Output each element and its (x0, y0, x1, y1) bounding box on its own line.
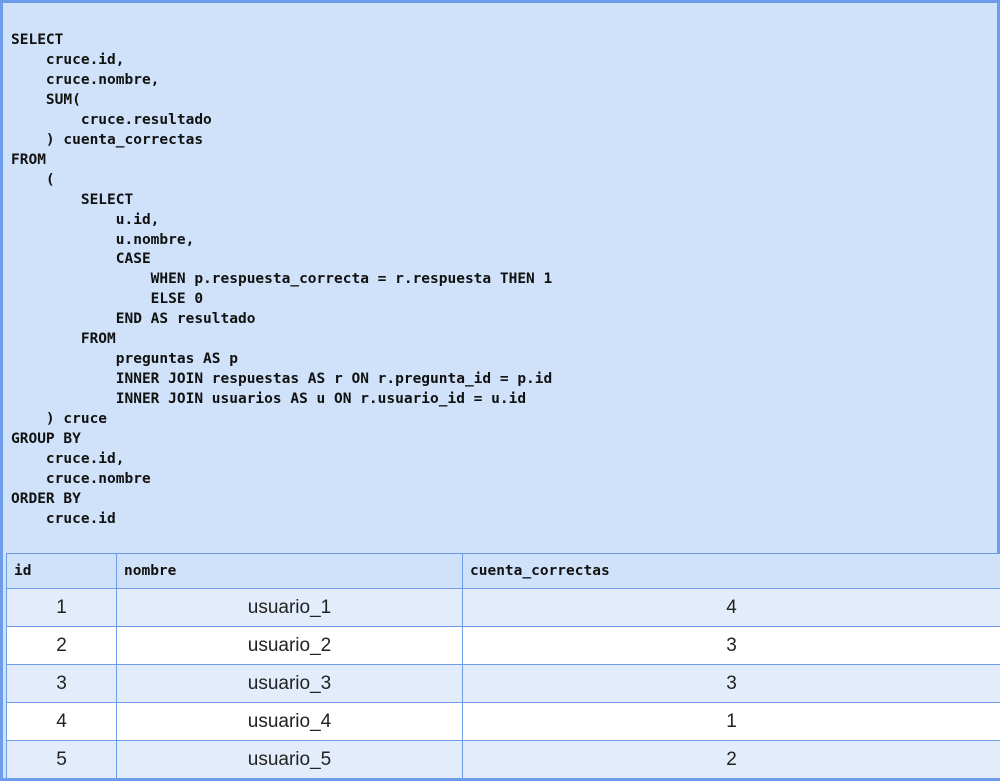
result-table: id nombre cuenta_correctas 1 usuario_1 4… (6, 553, 1000, 779)
column-header-cuenta-correctas: cuenta_correctas (462, 553, 1000, 589)
cell-cuenta-correctas: 1 (462, 702, 1000, 741)
cell-cuenta-correctas: 2 (462, 740, 1000, 779)
cell-cuenta-correctas: 4 (462, 588, 1000, 627)
cell-id: 3 (6, 664, 117, 703)
cell-nombre: usuario_4 (116, 702, 463, 741)
table-row: 4 usuario_4 1 (6, 702, 1000, 741)
table-row: 5 usuario_5 2 (6, 740, 1000, 779)
table-row: 2 usuario_2 3 (6, 626, 1000, 665)
cell-nombre: usuario_1 (116, 588, 463, 627)
query-result-panel: SELECT cruce.id, cruce.nombre, SUM( cruc… (0, 0, 1000, 781)
cell-id: 1 (6, 588, 117, 627)
column-header-id: id (6, 553, 117, 589)
cell-id: 5 (6, 740, 117, 779)
column-header-nombre: nombre (116, 553, 463, 589)
cell-nombre: usuario_5 (116, 740, 463, 779)
cell-id: 2 (6, 626, 117, 665)
cell-nombre: usuario_2 (116, 626, 463, 665)
table-row: 3 usuario_3 3 (6, 664, 1000, 703)
cell-id: 4 (6, 702, 117, 741)
cell-cuenta-correctas: 3 (462, 626, 1000, 665)
table-header-row: id nombre cuenta_correctas (6, 553, 1000, 589)
cell-cuenta-correctas: 3 (462, 664, 1000, 703)
table-row: 1 usuario_1 4 (6, 588, 1000, 627)
sql-query-text: SELECT cruce.id, cruce.nombre, SUM( cruc… (11, 32, 553, 527)
cell-nombre: usuario_3 (116, 664, 463, 703)
